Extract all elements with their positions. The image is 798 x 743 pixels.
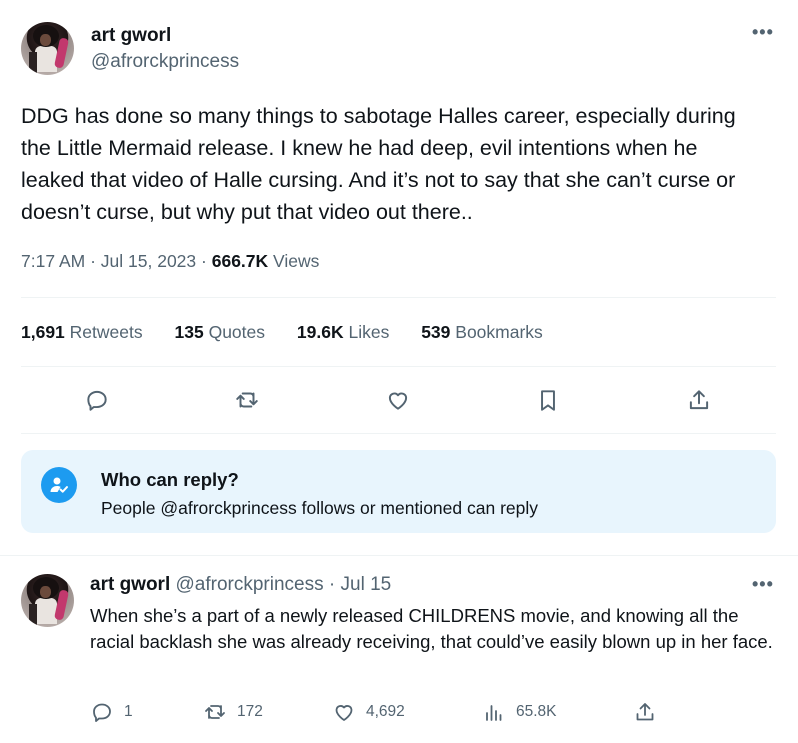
bookmark-icon[interactable] [530, 382, 566, 418]
reply-action-reply[interactable]: 1 [90, 700, 133, 724]
reply-text: When she’s a part of a newly released CH… [90, 605, 773, 652]
views-icon [486, 705, 502, 721]
reply-tweet[interactable]: art gworl @afrorckprincess · Jul 15 ••• … [0, 556, 798, 743]
retweet-icon [205, 705, 225, 719]
who-can-reply-title: Who can reply? [101, 469, 239, 490]
views-label: Views [273, 251, 320, 271]
ellipsis-icon[interactable]: ••• [752, 574, 774, 595]
tweet-time[interactable]: 7:17 AM [21, 251, 85, 271]
divider [21, 433, 776, 434]
stat-bookmarks[interactable]: 539 Bookmarks [421, 322, 543, 342]
who-can-reply-subtitle: People @afrorckprincess follows or menti… [101, 498, 538, 518]
reply-date[interactable]: Jul 15 [341, 574, 392, 595]
reply-action-share[interactable] [633, 700, 667, 724]
stat-quotes[interactable]: 135 Quotes [175, 322, 266, 342]
tweet-date[interactable]: Jul 15, 2023 [101, 251, 196, 271]
like-icon [335, 705, 353, 721]
reply-count: 1 [124, 703, 133, 720]
meta-separator: · [201, 251, 212, 271]
views-count: 65.8K [516, 703, 557, 720]
reply-header: art gworl @afrorckprincess · Jul 15 [90, 574, 391, 596]
views-count: 666.7K [211, 251, 269, 271]
like-icon[interactable] [380, 382, 416, 418]
reply-icon [93, 703, 111, 722]
reply-action-like[interactable]: 4,692 [332, 700, 405, 724]
meta-separator: · [90, 251, 101, 271]
reply-action-retweet[interactable]: 172 [203, 700, 263, 724]
divider [21, 297, 776, 298]
share-icon [636, 703, 654, 721]
avatar[interactable] [21, 22, 74, 75]
stat-retweets[interactable]: 1,691 Retweets [21, 322, 143, 342]
main-tweet: art gworl @afrorckprincess ••• DDG has d… [0, 0, 798, 555]
tweet-stats: 1,691 Retweets 135 Quotes 19.6K Likes 53… [21, 322, 570, 343]
ellipsis-icon[interactable]: ••• [752, 22, 774, 43]
tweet-text: DDG has done so many things to sabotage … [21, 104, 736, 224]
like-count: 4,692 [366, 703, 405, 720]
retweet-count: 172 [237, 703, 263, 720]
stat-likes[interactable]: 19.6K Likes [297, 322, 389, 342]
retweet-icon[interactable] [229, 382, 265, 418]
display-name[interactable]: art gworl [91, 25, 171, 47]
tweet-meta: 7:17 AM · Jul 15, 2023 · 666.7K Views [21, 251, 319, 272]
who-can-reply-box: Who can reply? People @afrorckprincess f… [21, 450, 776, 533]
meta-separator: · [328, 574, 336, 595]
share-icon[interactable] [681, 382, 717, 418]
person-check-icon [41, 467, 77, 503]
avatar[interactable] [21, 574, 74, 627]
handle[interactable]: @afrorckprincess [176, 574, 324, 595]
reply-action-views[interactable]: 65.8K [482, 700, 557, 724]
handle[interactable]: @afrorckprincess [91, 51, 239, 73]
reply-icon[interactable] [79, 382, 115, 418]
divider [21, 366, 776, 367]
display-name[interactable]: art gworl [90, 574, 170, 595]
